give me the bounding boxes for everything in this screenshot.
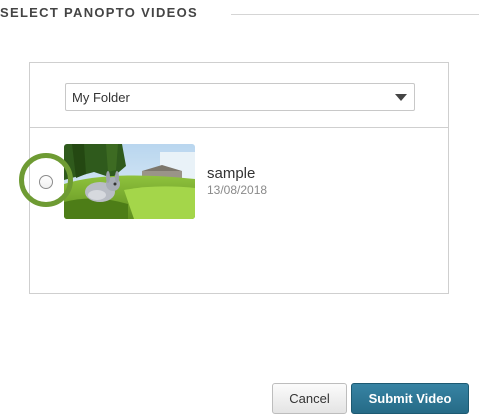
folder-select[interactable]: My Folder	[65, 83, 415, 111]
video-date: 13/08/2018	[207, 183, 268, 197]
header-divider	[231, 14, 479, 15]
page-title: SELECT PANOPTO VIDEOS	[0, 5, 199, 20]
video-title: sample	[207, 165, 256, 182]
section-header: SELECT PANOPTO VIDEOS	[0, 0, 479, 30]
video-thumbnail[interactable]	[64, 144, 195, 219]
chevron-down-icon	[395, 94, 407, 101]
cancel-button[interactable]: Cancel	[272, 383, 347, 414]
folder-select-value: My Folder	[72, 90, 130, 105]
panel-divider	[30, 127, 448, 128]
submit-video-button[interactable]: Submit Video	[351, 383, 469, 414]
video-select-radio[interactable]	[39, 175, 53, 189]
